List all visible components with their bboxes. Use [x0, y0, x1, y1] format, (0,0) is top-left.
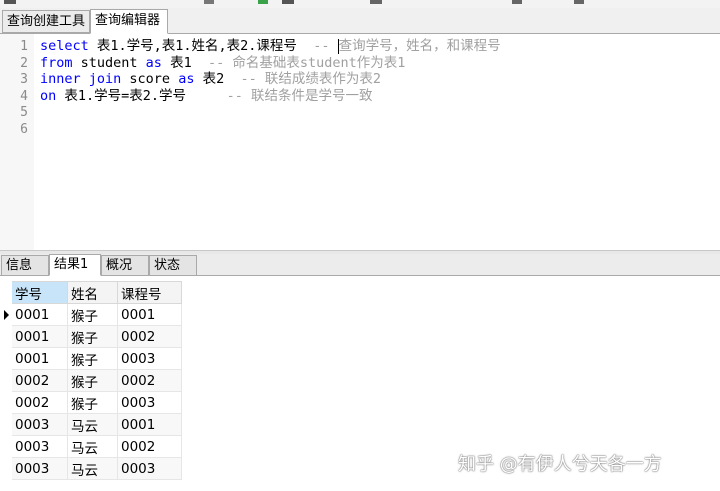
tab-status[interactable]: 状态	[149, 255, 197, 276]
sql-comment: -- 联结条件是学号一致	[226, 87, 373, 104]
sql-comment: 查询学号，姓名，和课程号	[338, 38, 501, 54]
cell-student-id[interactable]: 0003	[11, 413, 68, 436]
line-number: 1	[20, 39, 28, 54]
cell-name[interactable]: 猴子	[67, 325, 118, 348]
cell-course-id[interactable]: 0002	[117, 435, 182, 458]
cell-course-id[interactable]: 0003	[117, 347, 182, 370]
line-number: 6	[20, 122, 28, 137]
watermark: 知乎 @有伊人兮天各一方	[458, 454, 662, 475]
toolbar-icon[interactable]	[258, 0, 268, 4]
cell-name[interactable]: 猴子	[67, 369, 118, 392]
table-row[interactable]: 0003 马云 0003	[0, 457, 182, 480]
sql-keyword: join	[88, 71, 122, 88]
toolbar-icon[interactable]	[204, 0, 214, 4]
toolbar-icon[interactable]	[574, 0, 584, 4]
sql-keyword: from	[40, 54, 73, 71]
sql-comment: -- 联结成绩表作为表2	[240, 71, 381, 88]
sql-keyword: select	[40, 38, 89, 54]
cell-student-id[interactable]: 0001	[11, 303, 68, 326]
cell-name[interactable]: 猴子	[67, 303, 118, 326]
sql-comment: -- 命名基础表student作为表1	[207, 54, 406, 71]
sql-keyword: as	[145, 54, 162, 71]
cell-course-id[interactable]: 0002	[117, 325, 182, 348]
sql-keyword: as	[178, 71, 195, 88]
toolbar-icon[interactable]	[512, 0, 522, 4]
cell-course-id[interactable]: 0001	[117, 303, 182, 326]
row-indicator[interactable]	[0, 347, 12, 370]
code-text: select 表1.学号,表1.姓名,表2.课程号 -- 查询学号，姓名，和课程…	[40, 38, 501, 55]
row-indicator[interactable]	[0, 457, 12, 480]
row-indicator[interactable]	[0, 325, 12, 348]
row-indicator-header	[0, 281, 12, 304]
column-header-course-id[interactable]: 课程号	[117, 281, 182, 304]
column-header-name[interactable]: 姓名	[67, 281, 118, 304]
sql-text: student	[72, 54, 146, 71]
toolbar-icon[interactable]	[282, 0, 294, 4]
toolbar-icon[interactable]	[370, 0, 382, 4]
sql-text: score	[121, 71, 179, 88]
line-number: 2	[20, 55, 28, 71]
cell-name[interactable]: 马云	[67, 435, 118, 458]
cell-student-id[interactable]: 0001	[11, 347, 68, 370]
row-indicator[interactable]	[0, 391, 12, 414]
sql-text: 表1.学号,表1.姓名,表2.课程号	[88, 38, 314, 54]
tab-message[interactable]: 信息	[1, 255, 49, 276]
table-row[interactable]: 0001 猴子 0001	[0, 303, 182, 326]
cell-course-id[interactable]: 0003	[117, 457, 182, 480]
row-indicator[interactable]	[0, 369, 12, 392]
code-text: from student as 表1 -- 命名基础表student作为表1	[40, 55, 405, 72]
sql-editor[interactable]: 1 select 表1.学号,表1.姓名,表2.课程号 -- 查询学号，姓名，和课…	[0, 34, 720, 250]
cell-student-id[interactable]: 0002	[11, 369, 68, 392]
toolbar-icon[interactable]	[4, 0, 16, 4]
table-row[interactable]: 0002 猴子 0002	[0, 369, 182, 392]
table-row[interactable]: 0003 马云 0002	[0, 435, 182, 458]
sql-text: 表1.学号=表2.学号	[56, 87, 227, 104]
sql-keyword: on	[40, 87, 57, 104]
cell-name[interactable]: 马云	[67, 457, 118, 480]
row-indicator[interactable]	[0, 435, 12, 458]
row-indicator[interactable]	[0, 303, 12, 326]
cell-student-id[interactable]: 0001	[11, 325, 68, 348]
table-row[interactable]: 0001 猴子 0003	[0, 347, 182, 370]
cell-student-id[interactable]: 0003	[11, 457, 68, 480]
cell-name[interactable]: 猴子	[67, 391, 118, 414]
code-text: on 表1.学号=表2.学号 -- 联结条件是学号一致	[40, 88, 373, 105]
cell-student-id[interactable]: 0002	[11, 391, 68, 414]
sql-comment: --	[313, 38, 338, 54]
line-number: 3	[20, 72, 28, 88]
current-row-arrow-icon	[4, 310, 9, 320]
row-indicator[interactable]	[0, 413, 12, 436]
tab-query-editor[interactable]: 查询编辑器	[90, 9, 168, 34]
cell-course-id[interactable]: 0002	[117, 369, 182, 392]
table-row[interactable]: 0003 马云 0001	[0, 413, 182, 436]
tab-query-builder[interactable]: 查询创建工具	[2, 10, 90, 33]
cell-student-id[interactable]: 0003	[11, 435, 68, 458]
sql-text: 表1	[161, 54, 208, 71]
tab-profile[interactable]: 概况	[101, 255, 149, 276]
line-number: 4	[20, 88, 28, 104]
sql-keyword: inner	[40, 71, 81, 88]
table-row[interactable]: 0002 猴子 0003	[0, 391, 182, 414]
sql-text: 表2	[194, 71, 241, 88]
code-text: inner join score as 表2 -- 联结成绩表作为表2	[40, 71, 381, 88]
cell-course-id[interactable]: 0003	[117, 391, 182, 414]
line-number: 5	[20, 105, 28, 121]
header-row: 学号 姓名 课程号	[0, 281, 182, 304]
tab-result1[interactable]: 结果1	[49, 254, 101, 276]
result-tab-bar: 信息 结果1 概况 状态	[0, 254, 720, 276]
toolbar-strip	[0, 0, 720, 8]
cell-name[interactable]: 马云	[67, 413, 118, 436]
column-header-student-id[interactable]: 学号	[11, 281, 68, 304]
result-table: 学号 姓名 课程号 0001 猴子 0001 0001 猴子 0002 0001 猴子 0003…	[0, 281, 182, 480]
cell-course-id[interactable]: 0001	[117, 413, 182, 436]
table-row[interactable]: 0001 猴子 0002	[0, 325, 182, 348]
cell-name[interactable]: 猴子	[67, 347, 118, 370]
editor-tab-bar: 查询创建工具 查询编辑器	[0, 8, 720, 34]
